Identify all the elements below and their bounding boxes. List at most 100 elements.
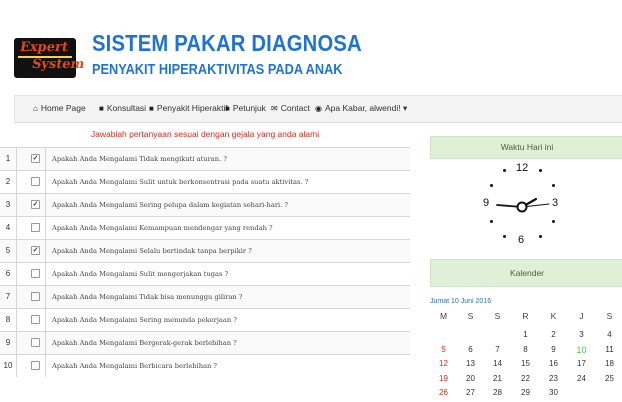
calendar-weekday: J [579,311,584,321]
question-text: Apakah Anda Mengalami Tidak bisa menungg… [52,293,243,301]
calendar-weekday: M [439,311,448,321]
nav-petunjuk-label: Petunjuk [232,103,266,113]
question-checkbox[interactable] [31,200,40,209]
question-checkbox[interactable] [31,338,40,347]
calendar-day[interactable]: 3 [568,330,595,339]
calendar-week-row: 1234 [430,330,622,344]
question-checkbox[interactable] [31,292,40,301]
calendar-day[interactable]: 23 [540,374,567,383]
calendar-day[interactable]: 18 [596,359,622,368]
calendar-day[interactable]: 13 [457,359,484,368]
question-number: 9 [0,332,17,354]
column-divider [45,309,46,331]
calendar-panel-heading: Kalender [430,259,622,287]
question-row: 2 Apakah Anda Mengalami Sulit untuk berko… [0,170,410,193]
calendar-weekday: K [550,311,557,321]
site-subtitle: PENYAKIT HIPERAKTIVITAS PADA ANAK [92,62,343,78]
question-checkbox[interactable] [31,223,40,232]
question-number: 2 [0,171,17,193]
globe-icon: ◉ [315,104,322,113]
logo-text-top: Expert [18,40,70,55]
question-text: Apakah Anda Mengalami Berbicara berlebih… [52,362,218,370]
calendar-day[interactable]: 15 [512,359,539,368]
calendar-day[interactable]: 6 [457,345,484,354]
calendar-day[interactable]: 21 [484,374,511,383]
book-icon: ■ [225,103,230,113]
book-icon: ■ [149,103,154,113]
clock-tick [503,235,506,238]
calendar-day[interactable]: 4 [596,330,622,339]
clock-hands [496,197,550,213]
calendar-day[interactable]: 19 [430,374,457,383]
question-checkbox[interactable] [31,269,40,278]
calendar-day[interactable]: 11 [596,345,622,354]
question-number: 8 [0,309,17,331]
calendar-today[interactable]: 10 [568,345,595,355]
clock-number-3: 3 [552,197,559,209]
question-row: 8 Apakah Anda Mengalami Sering menunda pe… [0,308,410,331]
nav-penyakit-hiperaktif[interactable]: ■ Penyakit Hiperaktif [149,103,228,113]
column-divider [45,355,46,377]
calendar-weekday: S [606,311,613,321]
question-row: 7 Apakah Anda Mengalami Tidak bisa menung… [0,285,410,308]
calendar-weekday: S [467,311,474,321]
logo-text-bottom: System [30,57,86,72]
clock-tick [539,169,542,172]
column-divider [45,171,46,193]
question-number: 6 [0,263,17,285]
clock-tick [490,184,493,187]
question-checkbox[interactable] [31,177,40,186]
question-number: 3 [0,194,17,216]
calendar-day[interactable]: 22 [512,374,539,383]
question-text: Apakah Anda Mengalami Sering menunda pek… [52,316,237,324]
column-divider [45,148,46,170]
question-text: Apakah Anda Mengalami Sulit untuk berkon… [52,178,309,186]
column-divider [45,263,46,285]
nav-konsultasi[interactable]: ■ Konsultasi [99,103,146,113]
calendar-day[interactable]: 17 [568,359,595,368]
nav-contact-label: Contact [280,103,310,113]
calendar-day[interactable]: 5 [430,345,457,354]
question-row: 4 Apakah Anda Mengalami Kemampuan mendeng… [0,216,410,239]
question-row: 1 Apakah Anda Mengalami Tidak mengikuti a… [0,147,410,170]
nav-petunjuk[interactable]: ■ Petunjuk [225,103,266,113]
clock-number-9: 9 [483,197,490,209]
calendar-day[interactable]: 1 [512,330,539,339]
calendar-day[interactable]: 2 [540,330,567,339]
calendar-date-title: Jumat 10 Juni 2016 [430,298,492,305]
calendar-weekday-row: MSSRKJS [430,311,622,325]
question-checkbox[interactable] [31,315,40,324]
question-row: 5 Apakah Anda Mengalami Selalu bertindak … [0,239,410,262]
calendar-day[interactable]: 12 [430,359,457,368]
calendar-day[interactable]: 20 [457,374,484,383]
question-checkbox[interactable] [31,246,40,255]
question-number: 5 [0,240,17,262]
calendar-day[interactable]: 8 [512,345,539,354]
question-text: Apakah Anda Mengalami Selalu bertindak t… [52,247,252,255]
question-number: 10 [0,355,17,377]
question-text: Apakah Anda Mengalami Tidak mengikuti at… [52,155,227,163]
calendar-day[interactable]: 24 [568,374,595,383]
clock-number-12: 12 [516,162,529,174]
calendar-day[interactable]: 7 [484,345,511,354]
clock-tick [552,184,555,187]
book-icon: ■ [99,103,104,113]
nav-contact[interactable]: ✉ Contact [271,103,310,113]
calendar-day[interactable]: 9 [540,345,567,354]
question-row: 9 Apakah Anda Mengalami Bergerak-gerak be… [0,331,410,354]
nav-home[interactable]: ⌂ Home Page [33,103,86,113]
clock-tick [552,220,555,223]
nav-user-menu[interactable]: ◉ Apa Kabar, alwendi! ▾ [315,103,407,114]
calendar-day[interactable]: 14 [484,359,511,368]
question-checkbox[interactable] [31,154,40,163]
calendar-day[interactable]: 16 [540,359,567,368]
calendar-day[interactable]: 25 [596,374,622,383]
question-number: 4 [0,217,17,239]
calendar-week-row: 12 13 14 15 16 17 18 [430,359,622,373]
nav-user-label: Apa Kabar, alwendi! ▾ [324,103,408,113]
calendar-week-row: 5 6 7 8 9 10 11 [430,345,622,359]
question-checkbox[interactable] [31,361,40,370]
calendar-weekday: S [494,311,501,321]
site-title: SISTEM PAKAR DIAGNOSA [92,30,362,56]
question-text: Apakah Anda Mengalami Sering pelupa dala… [52,201,289,209]
